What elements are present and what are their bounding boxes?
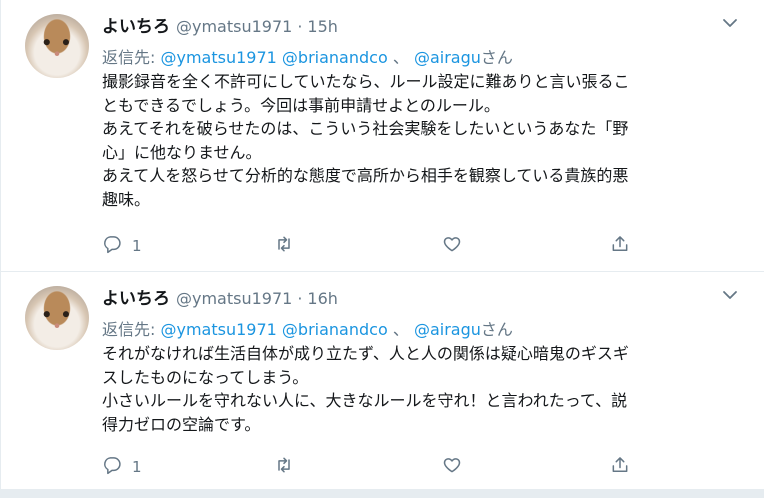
tweet-text-line: 撮影録音を全く不許可にしていたなら、ルール設定に難ありと言い張るこ xyxy=(102,72,630,91)
share-icon xyxy=(610,234,630,258)
tweet-text-line: 心」に他なりません。 xyxy=(102,142,262,162)
reply-context: 返信先: @ymatsu1971 @brianandco 、 @airaguさん xyxy=(102,44,513,68)
mention-link[interactable]: @ymatsu1971 xyxy=(161,320,277,339)
like-button[interactable] xyxy=(442,454,462,480)
mention-link[interactable]: @airagu xyxy=(414,48,481,67)
tweet-header: よいちろ @ymatsu1971 · 16h xyxy=(102,284,338,310)
timestamp[interactable]: 15h xyxy=(307,17,338,36)
retweet-icon xyxy=(274,455,294,479)
tweet-actions: 1 xyxy=(102,454,662,480)
mention-link[interactable]: @airagu xyxy=(414,320,481,339)
avatar[interactable] xyxy=(25,14,89,78)
retweet-button[interactable] xyxy=(274,454,294,480)
retweet-button[interactable] xyxy=(274,233,294,259)
timestamp[interactable]: 16h xyxy=(307,289,338,308)
display-name[interactable]: よいちろ xyxy=(102,12,170,37)
tweet[interactable]: よいちろ @ymatsu1971 · 15h 返信先: @ymatsu1971 … xyxy=(1,0,764,272)
heart-icon xyxy=(442,455,462,479)
separator-dot: · xyxy=(297,289,303,308)
like-button[interactable] xyxy=(442,233,462,259)
reply-count: 1 xyxy=(132,458,142,476)
chevron-down-icon[interactable] xyxy=(721,14,739,32)
reply-separator: 、 xyxy=(392,48,409,67)
tweet-text-line: それがなければ生活自体が成り立たず、人と人の関係は疑心暗鬼のギスギ xyxy=(102,344,629,363)
display-name[interactable]: よいちろ xyxy=(102,284,170,309)
mention-link[interactable]: @brianandco xyxy=(282,48,388,67)
reply-bubble-icon xyxy=(102,234,122,258)
user-handle[interactable]: @ymatsu1971 xyxy=(176,289,292,308)
retweet-icon xyxy=(274,234,294,258)
tweet-text-line: スしたものになってしまう。 xyxy=(102,367,309,387)
reply-prefix: 返信先: xyxy=(102,48,156,67)
reply-bubble-icon xyxy=(102,455,122,479)
tweet-text-line: あえてそれを破らせたのは、こういう社会実験をしたいというあなた「野 xyxy=(102,119,629,138)
reply-separator: 、 xyxy=(392,320,409,339)
tweet-header: よいちろ @ymatsu1971 · 15h xyxy=(102,12,338,38)
reply-context: 返信先: @ymatsu1971 @brianandco 、 @airaguさん xyxy=(102,316,513,340)
tweet-text-line: 趣味。 xyxy=(102,189,151,209)
mention-link[interactable]: @ymatsu1971 xyxy=(161,48,277,67)
tweet-text-line: 小さいルールを守れない人に、大きなルールを守れ！と言われたって、説 xyxy=(102,391,628,410)
reply-suffix: さん xyxy=(480,320,513,339)
separator-dot: · xyxy=(297,17,303,36)
reply-prefix: 返信先: xyxy=(102,320,156,339)
tweet-text-line: ともできるでしょう。今回は事前申請せよとのルール。 xyxy=(102,95,500,115)
reply-count: 1 xyxy=(132,237,142,255)
share-icon xyxy=(610,455,630,479)
user-handle[interactable]: @ymatsu1971 xyxy=(176,17,292,36)
chevron-down-icon[interactable] xyxy=(721,286,739,304)
timeline: よいちろ @ymatsu1971 · 15h 返信先: @ymatsu1971 … xyxy=(0,0,764,498)
heart-icon xyxy=(442,234,462,258)
avatar[interactable] xyxy=(25,286,89,350)
timeline-divider xyxy=(1,490,764,498)
tweet-actions: 1 xyxy=(102,233,662,259)
reply-suffix: さん xyxy=(480,48,513,67)
reply-button[interactable]: 1 xyxy=(102,233,142,259)
tweet-text-line: 得力ゼロの空論です。 xyxy=(102,414,261,434)
share-button[interactable] xyxy=(610,454,630,480)
tweet-text-line: あえて人を怒らせて分析的な態度で高所から相手を観察している貴族的悪 xyxy=(102,166,629,185)
reply-button[interactable]: 1 xyxy=(102,454,142,480)
mention-link[interactable]: @brianandco xyxy=(282,320,388,339)
tweet-text: それがなければ生活自体が成り立たず、人と人の関係は疑心暗鬼のギスギ スしたものに… xyxy=(102,342,732,436)
share-button[interactable] xyxy=(610,233,630,259)
tweet[interactable]: よいちろ @ymatsu1971 · 16h 返信先: @ymatsu1971 … xyxy=(1,272,764,490)
tweet-text: 撮影録音を全く不許可にしていたなら、ルール設定に難ありと言い張るこ ともできるで… xyxy=(102,70,732,211)
